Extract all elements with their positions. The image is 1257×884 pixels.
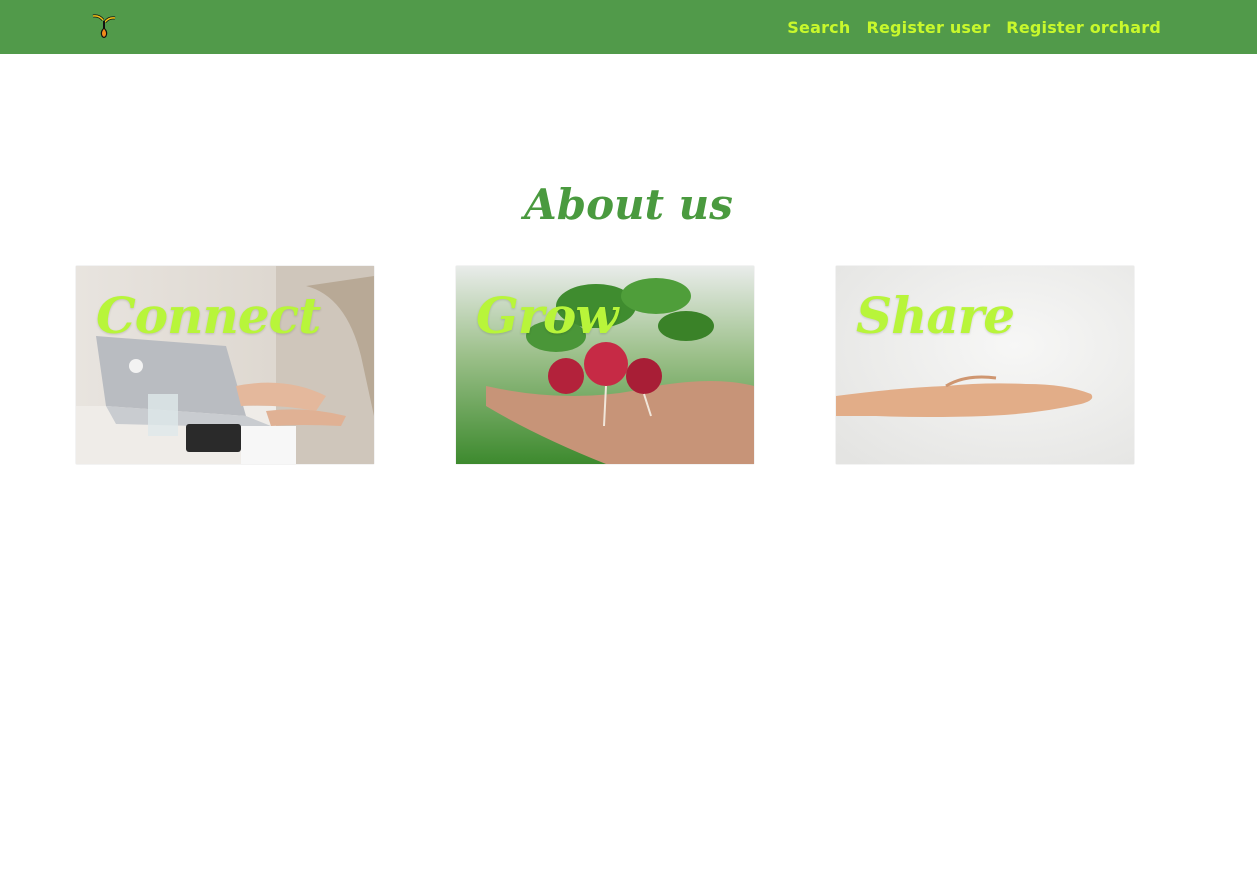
nav-link-register-orchard[interactable]: Register orchard [1006,18,1161,37]
nav-link-register-user[interactable]: Register user [866,18,990,37]
nav-link-search[interactable]: Search [787,18,850,37]
page-heading: About us [524,180,733,229]
card-grow[interactable]: Grow [456,266,754,464]
sprout-logo-icon[interactable] [90,12,118,40]
nav-links: Search Register user Register orchard [787,0,1161,54]
card-title-grow: Grow [476,286,618,345]
card-share[interactable]: Share [836,266,1134,464]
top-navbar: Search Register user Register orchard [0,0,1257,54]
card-connect[interactable]: Connect [76,266,374,464]
card-title-connect: Connect [96,286,321,345]
card-title-share: Share [856,286,1015,345]
